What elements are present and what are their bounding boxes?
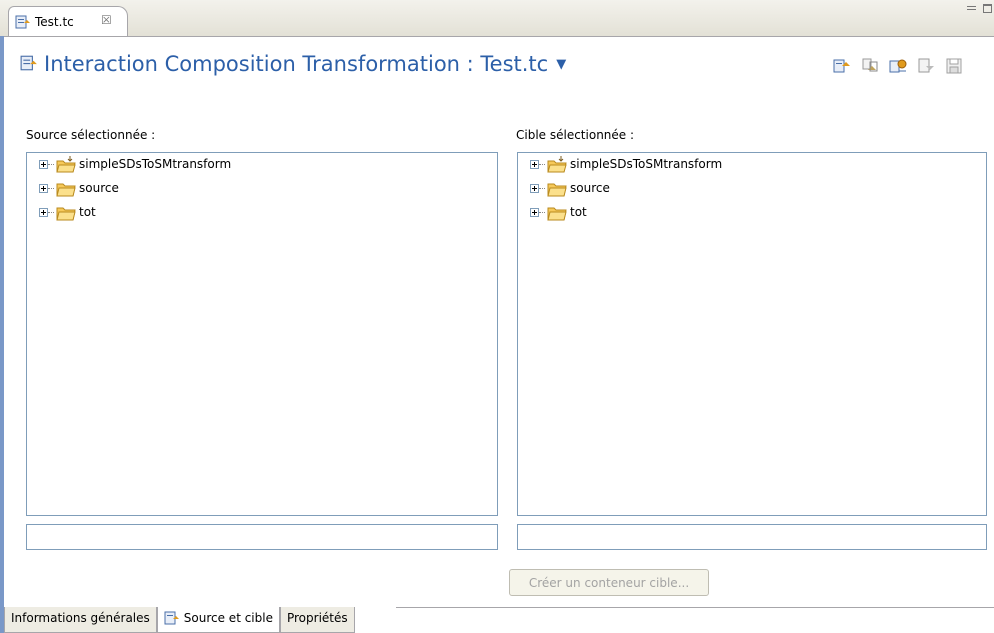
expand-icon[interactable] bbox=[530, 184, 539, 193]
close-icon[interactable]: ☒ bbox=[101, 13, 112, 27]
form-header: Interaction Composition Transformation :… bbox=[20, 50, 566, 78]
tab-label: Source et cible bbox=[183, 611, 273, 625]
source-target-icon bbox=[164, 611, 180, 628]
folder-icon bbox=[546, 179, 568, 202]
tab-general-information[interactable]: Informations générales bbox=[4, 607, 157, 633]
header-toolbar bbox=[832, 56, 964, 76]
transformation-file-icon bbox=[20, 55, 38, 74]
save-icon[interactable] bbox=[944, 56, 964, 76]
source-tree[interactable]: simpleSDsToSMtransform source tot bbox=[26, 152, 498, 516]
tree-item-label: source bbox=[570, 181, 610, 195]
project-folder-icon bbox=[55, 155, 77, 178]
tree-item[interactable]: tot bbox=[518, 201, 986, 225]
editor-tab-label: Test.tc bbox=[35, 15, 74, 29]
tab-source-target[interactable]: Source et cible bbox=[156, 607, 280, 633]
tree-item-label: simpleSDsToSMtransform bbox=[79, 157, 232, 171]
expand-icon[interactable] bbox=[39, 208, 48, 217]
tree-item-label: simpleSDsToSMtransform bbox=[570, 157, 723, 171]
tree-item[interactable]: simpleSDsToSMtransform bbox=[518, 153, 986, 177]
tree-item-label: tot bbox=[79, 205, 96, 219]
tree-item[interactable]: tot bbox=[27, 201, 497, 225]
target-label: Cible sélectionnée : bbox=[516, 128, 635, 142]
source-target-icon[interactable] bbox=[832, 56, 852, 76]
expand-icon[interactable] bbox=[39, 184, 48, 193]
transformation-file-icon bbox=[15, 15, 31, 32]
editor-tab-test-tc[interactable]: Test.tc ☒ bbox=[8, 6, 128, 36]
tree-item-label: source bbox=[79, 181, 119, 195]
tree-item-label: tot bbox=[570, 205, 587, 219]
tree-item[interactable]: source bbox=[518, 177, 986, 201]
folder-icon bbox=[546, 203, 568, 226]
editor-tab-bar: Test.tc ☒ bbox=[0, 0, 994, 37]
page-title: Interaction Composition Transformation :… bbox=[44, 52, 549, 76]
editor-page-tabs: Informations générales Source et cible P… bbox=[4, 607, 355, 633]
target-tree[interactable]: simpleSDsToSMtransform source tot bbox=[517, 152, 987, 516]
project-folder-icon bbox=[546, 155, 568, 178]
expand-icon[interactable] bbox=[39, 160, 48, 169]
folder-icon bbox=[55, 179, 77, 202]
swap-icon[interactable] bbox=[860, 56, 880, 76]
maximize-icon[interactable] bbox=[982, 2, 994, 14]
target-path-field[interactable] bbox=[517, 524, 987, 550]
export-icon[interactable] bbox=[916, 56, 936, 76]
source-label: Source sélectionnée : bbox=[26, 128, 156, 142]
minimize-icon[interactable] bbox=[966, 2, 978, 14]
tab-label: Informations générales bbox=[11, 611, 150, 625]
transform-icon[interactable] bbox=[888, 56, 908, 76]
tab-label: Propriétés bbox=[286, 611, 348, 625]
tree-item[interactable]: source bbox=[27, 177, 497, 201]
create-target-container-button[interactable]: Créer un conteneur cible... bbox=[509, 569, 709, 596]
expand-icon[interactable] bbox=[530, 208, 539, 217]
chevron-down-icon[interactable]: ▼ bbox=[556, 57, 566, 72]
tree-item[interactable]: simpleSDsToSMtransform bbox=[27, 153, 497, 177]
tab-properties[interactable]: Propriétés bbox=[279, 607, 355, 633]
folder-icon bbox=[55, 203, 77, 226]
expand-icon[interactable] bbox=[530, 160, 539, 169]
source-path-field[interactable] bbox=[26, 524, 498, 550]
divider bbox=[396, 607, 994, 608]
